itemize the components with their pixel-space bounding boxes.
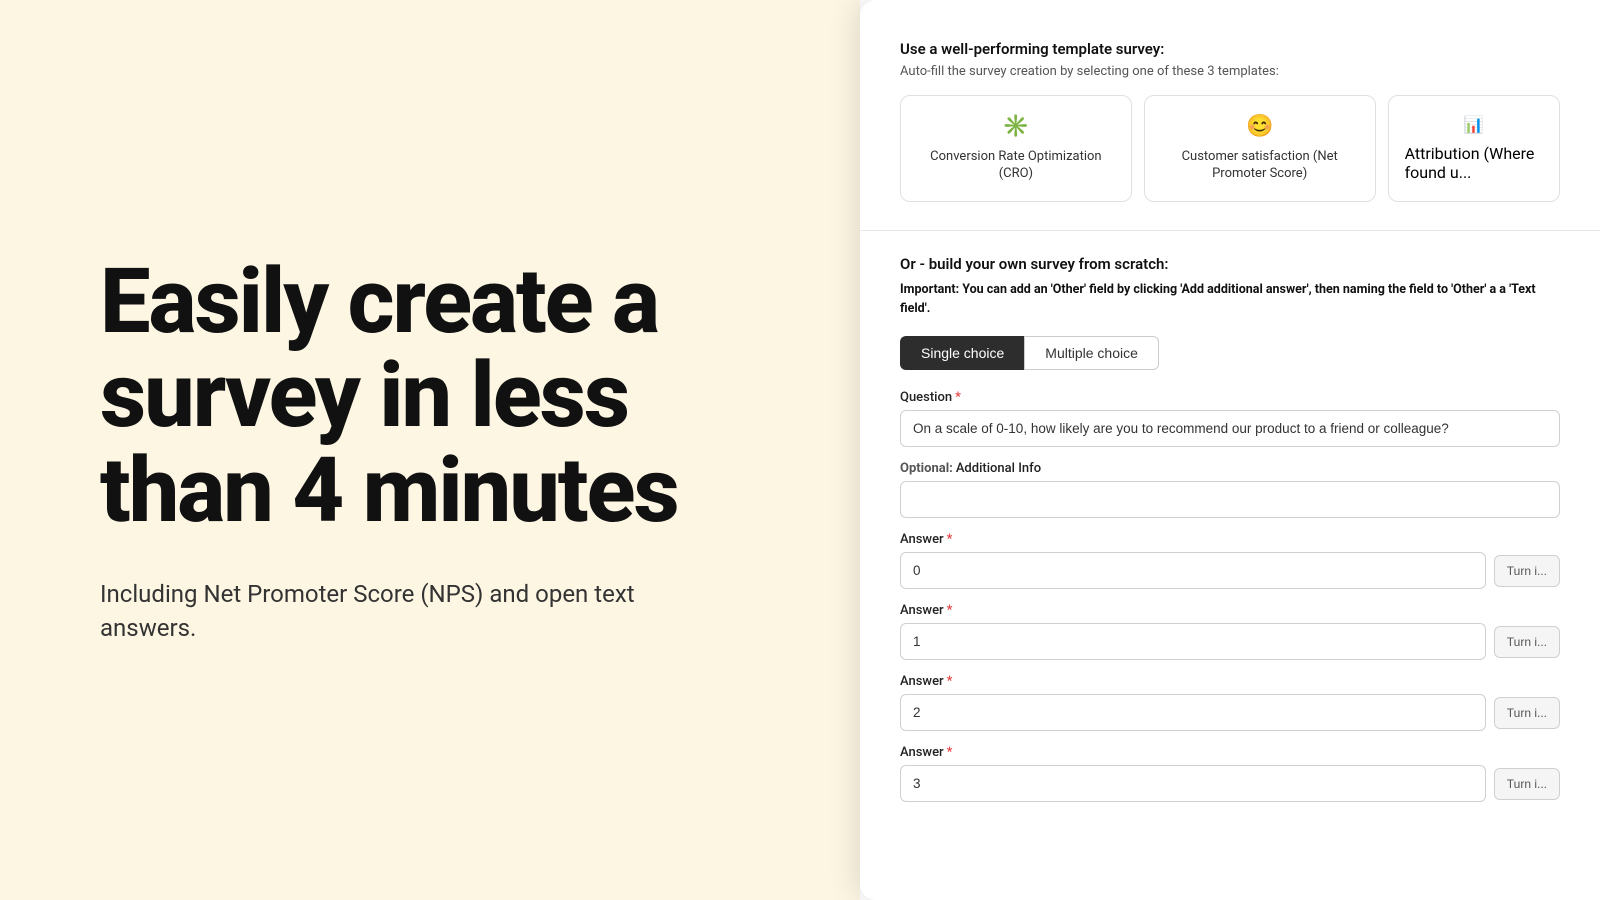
template-section-title: Use a well-performing template survey: bbox=[900, 40, 1560, 58]
answer-2-turn-in-button[interactable]: Turn i... bbox=[1494, 697, 1560, 729]
answer-2-input[interactable] bbox=[900, 694, 1486, 731]
answer-2-group: Answer * Turn i... bbox=[900, 674, 1560, 731]
answer-1-turn-in-button[interactable]: Turn i... bbox=[1494, 626, 1560, 658]
attribution-icon: 📊 bbox=[1464, 115, 1484, 134]
question-field-group: Question * bbox=[900, 390, 1560, 447]
answer-1-input[interactable] bbox=[900, 623, 1486, 660]
section-divider bbox=[860, 230, 1600, 231]
answer-0-group: Answer * Turn i... bbox=[900, 532, 1560, 589]
answer-1-group: Answer * Turn i... bbox=[900, 603, 1560, 660]
left-panel: Easily create a survey in less than 4 mi… bbox=[0, 0, 860, 900]
template-card-attribution[interactable]: 📊 Attribution (Where found u... bbox=[1388, 95, 1560, 202]
optional-tag: Optional: bbox=[900, 461, 953, 476]
answer-2-label: Answer * bbox=[900, 674, 1560, 689]
additional-info-text: Additional Info bbox=[956, 461, 1041, 476]
answer-3-label: Answer * bbox=[900, 745, 1560, 760]
answer-2-required: * bbox=[947, 674, 953, 689]
answer-2-row: Turn i... bbox=[900, 694, 1560, 731]
answer-0-required: * bbox=[947, 532, 953, 547]
template-section: Use a well-performing template survey: A… bbox=[900, 40, 1560, 202]
scratch-note: Important: You can add an 'Other' field … bbox=[900, 281, 1560, 319]
template-card-cro[interactable]: ✳️ Conversion Rate Optimization (CRO) bbox=[900, 95, 1132, 202]
template-cards: ✳️ Conversion Rate Optimization (CRO) 😊 … bbox=[900, 95, 1560, 202]
answer-3-row: Turn i... bbox=[900, 765, 1560, 802]
template-card-nps[interactable]: 😊 Customer satisfaction (Net Promoter Sc… bbox=[1144, 95, 1376, 202]
cro-label: Conversion Rate Optimization (CRO) bbox=[917, 149, 1115, 183]
important-bold: Important: bbox=[900, 282, 959, 297]
nps-icon: 😊 bbox=[1246, 114, 1273, 139]
answer-3-turn-in-button[interactable]: Turn i... bbox=[1494, 768, 1560, 800]
template-section-desc: Auto-fill the survey creation by selecti… bbox=[900, 64, 1560, 79]
answer-0-input[interactable] bbox=[900, 552, 1486, 589]
answer-3-group: Answer * Turn i... bbox=[900, 745, 1560, 802]
right-panel: Use a well-performing template survey: A… bbox=[860, 0, 1600, 900]
hero-title: Easily create a survey in less than 4 mi… bbox=[100, 255, 760, 539]
answer-0-turn-in-button[interactable]: Turn i... bbox=[1494, 555, 1560, 587]
answer-1-label: Answer * bbox=[900, 603, 1560, 618]
additional-info-label: Optional: Additional Info bbox=[900, 461, 1560, 476]
nps-label: Customer satisfaction (Net Promoter Scor… bbox=[1161, 149, 1359, 183]
answer-0-label: Answer * bbox=[900, 532, 1560, 547]
cro-icon: ✳️ bbox=[1002, 114, 1029, 139]
question-input[interactable] bbox=[900, 410, 1560, 447]
answer-1-required: * bbox=[947, 603, 953, 618]
answer-3-input[interactable] bbox=[900, 765, 1486, 802]
answer-1-row: Turn i... bbox=[900, 623, 1560, 660]
additional-info-field-group: Optional: Additional Info bbox=[900, 461, 1560, 518]
question-label: Question * bbox=[900, 390, 1560, 405]
question-required-star: * bbox=[955, 390, 961, 405]
attribution-label: Attribution (Where found u... bbox=[1405, 144, 1543, 182]
multiple-choice-button[interactable]: Multiple choice bbox=[1024, 336, 1159, 370]
scratch-title: Or - build your own survey from scratch: bbox=[900, 255, 1560, 273]
scratch-section: Or - build your own survey from scratch:… bbox=[900, 255, 1560, 900]
choice-toggle-group: Single choice Multiple choice bbox=[900, 336, 1560, 370]
hero-subtitle: Including Net Promoter Score (NPS) and o… bbox=[100, 578, 700, 645]
answer-0-row: Turn i... bbox=[900, 552, 1560, 589]
single-choice-button[interactable]: Single choice bbox=[900, 336, 1024, 370]
answer-3-required: * bbox=[947, 745, 953, 760]
scratch-note-text: You can add an 'Other' field by clicking… bbox=[900, 282, 1536, 316]
additional-info-input[interactable] bbox=[900, 481, 1560, 518]
